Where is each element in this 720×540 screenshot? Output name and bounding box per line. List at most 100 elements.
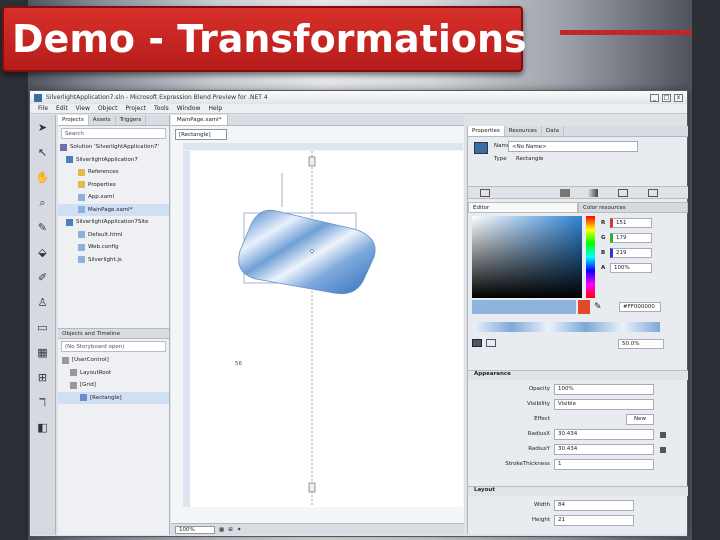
menu-help[interactable]: Help [208, 105, 222, 112]
grid-toggle-icon[interactable]: ▦ [219, 527, 224, 533]
menu-view[interactable]: View [76, 105, 90, 112]
transformed-rectangle[interactable] [238, 209, 376, 295]
alpha-field[interactable]: 100% [610, 263, 652, 273]
maximize-button[interactable]: □ [662, 93, 671, 102]
radiusx-field[interactable]: 30.434 [554, 429, 654, 440]
solution-icon [60, 143, 67, 151]
radial-gradient-icon[interactable] [486, 339, 496, 347]
pen-icon[interactable]: ♙ [34, 294, 51, 311]
text-icon[interactable]: ℸ [34, 394, 51, 411]
paint-bucket-icon[interactable]: ⬙ [34, 244, 51, 261]
bottom-grid-handle[interactable] [308, 482, 316, 493]
linear-gradient-icon[interactable] [472, 339, 482, 347]
tree-item-app-xaml[interactable]: App.xaml [58, 191, 169, 204]
window-title: SilverlightApplication7.sln - Microsoft … [46, 94, 268, 101]
tree-item-properties[interactable]: Properties [58, 179, 169, 192]
tree-item-mainpage-xaml[interactable]: MainPage.xaml* [58, 203, 169, 216]
zoom-icon[interactable]: ⌕ [34, 194, 51, 211]
tab-editor[interactable]: Editor [468, 202, 578, 213]
center-point[interactable] [310, 249, 314, 253]
effects-icon[interactable]: ✦ [237, 527, 242, 533]
tab-assets[interactable]: Assets [89, 115, 116, 125]
breadcrumb[interactable]: [Rectangle] [175, 129, 227, 140]
tab-data[interactable]: Data [542, 126, 565, 136]
width-field[interactable]: 84 [554, 500, 634, 511]
pan-icon[interactable]: ✋ [34, 169, 51, 186]
close-button[interactable]: x [674, 93, 683, 102]
object-item-rectangle[interactable]: [Rectangle] [58, 391, 169, 404]
object-item-grid[interactable]: [Grid] [58, 379, 169, 392]
project-tree: Solution 'SilverlightApplication7' Silve… [58, 141, 169, 266]
tab-properties[interactable]: Properties [468, 126, 505, 136]
menu-window[interactable]: Window [177, 105, 201, 112]
height-label: Height [531, 517, 550, 523]
gradient-brush-icon[interactable] [588, 189, 598, 197]
color-picker-field[interactable] [472, 216, 582, 298]
direct-select-icon[interactable]: ↖ [34, 144, 51, 161]
rectangle-icon[interactable]: ▭ [34, 319, 51, 336]
height-field[interactable]: 21 [554, 515, 634, 526]
eyedropper-icon[interactable]: ✎ [34, 219, 51, 236]
menu-project[interactable]: Project [125, 105, 146, 112]
blue-field[interactable]: 219 [610, 248, 652, 258]
objects-timeline-header: Objects and Timeline [58, 328, 169, 339]
layout-section-header[interactable]: Layout [468, 486, 688, 496]
tree-item-site-project[interactable]: SilverlightApplication7Site [58, 216, 169, 229]
brush-resources-icon[interactable] [648, 189, 658, 197]
tab-triggers[interactable]: Triggers [116, 115, 147, 125]
object-item-layoutroot[interactable]: LayoutRoot [58, 367, 169, 380]
toolbox: ➤ ↖ ✋ ⌕ ✎ ⬙ ✐ ♙ ▭ ▦ ⊞ ℸ ◧ [31, 115, 56, 535]
tree-item-web-config[interactable]: Web.config [58, 241, 169, 254]
tab-mainpage[interactable]: MainPage.xaml* [171, 115, 229, 125]
tab-resources[interactable]: Resources [505, 126, 542, 136]
artboard[interactable] [183, 151, 463, 507]
file-icon [78, 193, 85, 201]
object-item-usercontrol[interactable]: [UserControl] [58, 354, 169, 367]
tile-brush-icon[interactable] [618, 189, 628, 197]
no-brush-icon[interactable] [480, 189, 490, 197]
solid-brush-icon[interactable] [560, 189, 570, 197]
red-field[interactable]: 151 [610, 218, 652, 228]
storyboard-selector[interactable]: (No Storyboard open) [61, 341, 166, 352]
last-color-swatch[interactable] [578, 300, 590, 314]
gradient-bar[interactable] [474, 322, 660, 332]
pointer-icon[interactable]: ➤ [34, 119, 51, 136]
menu-edit[interactable]: Edit [56, 105, 68, 112]
slide-title-banner: Demo - Transformations [2, 6, 527, 72]
visibility-select[interactable]: Visible [554, 399, 654, 410]
gradient-stop-offset[interactable]: 50.0% [618, 339, 664, 349]
grid-icon[interactable]: ▦ [34, 344, 51, 361]
name-field[interactable]: <No Name> [508, 141, 638, 152]
file-icon [78, 243, 85, 251]
radiusy-field[interactable]: 30.434 [554, 444, 654, 455]
snap-icon[interactable]: ⊞ [228, 527, 233, 533]
menu-object[interactable]: Object [98, 105, 118, 112]
menu-tools[interactable]: Tools [154, 105, 169, 112]
project-search-input[interactable]: Search [61, 128, 166, 139]
eyedropper-icon[interactable]: ✎ [594, 302, 602, 312]
top-grid-handle[interactable] [308, 156, 316, 167]
tab-color-resources[interactable]: Color resources [578, 202, 688, 213]
strokethickness-field[interactable]: 1 [554, 459, 654, 470]
tree-item-default-html[interactable]: Default.html [58, 229, 169, 242]
menu-file[interactable]: File [38, 105, 48, 112]
new-effect-button[interactable]: New [626, 414, 654, 425]
minimize-button[interactable]: _ [650, 93, 659, 102]
tree-item-silverlight-js[interactable]: Silverlight.js [58, 254, 169, 267]
appearance-section-header[interactable]: Appearance [468, 370, 688, 380]
opacity-field[interactable]: 100% [554, 384, 654, 395]
zoom-level[interactable]: 100% [175, 525, 215, 534]
assets-icon[interactable]: ⊞ [34, 369, 51, 386]
tree-item-project[interactable]: SilverlightApplication7 [58, 154, 169, 167]
hue-slider[interactable] [586, 216, 595, 298]
visibility-label: Visibility [526, 401, 550, 407]
camera-icon[interactable]: ◧ [34, 419, 51, 436]
hex-color-field[interactable]: #FF000000 [619, 302, 661, 312]
advanced-options-icon[interactable] [660, 432, 666, 438]
tab-projects[interactable]: Projects [58, 115, 89, 125]
tree-item-solution[interactable]: Solution 'SilverlightApplication7' [58, 141, 169, 154]
advanced-options-icon[interactable] [660, 447, 666, 453]
tree-item-references[interactable]: References [58, 166, 169, 179]
brush-icon[interactable]: ✐ [34, 269, 51, 286]
green-field[interactable]: 179 [610, 233, 652, 243]
